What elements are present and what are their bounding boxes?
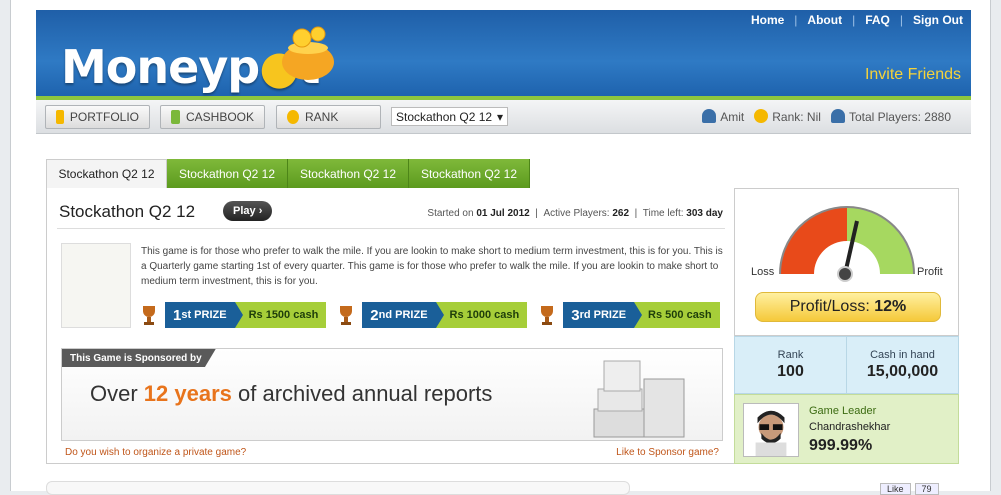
stats-panel: Loss Profit Profit/Loss: 12% Rank 100 Cas… [734,188,959,464]
rank-medal-icon [754,109,769,123]
gauge-profit-zone [847,207,914,274]
game-tabs: Stockathon Q2 12 Stockathon Q2 12 Stocka… [46,159,530,188]
tab-game-3[interactable]: Stockathon Q2 12 [288,159,409,188]
divider [57,228,725,229]
prize-1: 1st PRIZE Rs 1500 cash [137,302,327,328]
nav-bar: PORTFOLIO CASHBOOK RANK Stockathon Q2 12… [36,100,971,134]
profit-loss-gauge: Loss Profit Profit/Loss: 12% [734,188,959,336]
sponsor-banner[interactable]: This Game is Sponsored by Over 12 years … [61,348,723,441]
dropdown-arrow-icon: ▾ [496,109,503,124]
prize-list: 1st PRIZE Rs 1500 cash 2nd PRIZE Rs 1000… [137,302,720,328]
rank-stat: Rank 100 [735,337,847,393]
cash-icon [171,110,180,124]
total-players: Total Players: 2880 [830,109,951,124]
game-leader: Game Leader Chandrashekhar 999.99% [734,394,959,464]
home-link[interactable]: Home [751,13,784,27]
players-icon [830,109,845,123]
private-game-link[interactable]: Do you wish to organize a private game? [65,447,246,458]
tab-game-4[interactable]: Stockathon Q2 12 [409,159,530,188]
game-description: This game is for those who prefer to wal… [141,246,723,287]
game-select[interactable]: Stockathon Q2 12 ▾ [391,107,508,126]
top-links: Home | About | FAQ | Sign Out [750,13,963,27]
game-meta: Started on 01 Jul 2012 | Active Players:… [427,208,723,219]
site-header: Home| About| FAQ| Sign Out Moneyp●t Invi… [36,10,971,100]
sponsor-game-link[interactable]: Like to Sponsor game? [616,447,719,458]
game-title: Stockathon Q2 12 [59,202,196,221]
gauge-loss-zone [780,207,847,274]
tab-game-2[interactable]: Stockathon Q2 12 [167,159,288,188]
facebook-like-widget[interactable]: Like 79 [880,483,939,495]
prize-3: 3rd PRIZE Rs 500 cash [535,302,720,328]
user-name: Amit [702,109,744,124]
gauge-loss-label: Loss [751,266,775,278]
trophy-icon [143,306,155,325]
sign-out-link[interactable]: Sign Out [913,13,963,27]
medal-icon [287,110,299,124]
user-icon [702,109,717,123]
user-rank: Rank: Nil [754,109,821,124]
play-arrow-icon: › [258,205,263,217]
about-link[interactable]: About [807,13,842,27]
faq-link[interactable]: FAQ [865,13,890,27]
user-bar: Amit Rank: Nil Total Players: 2880 [702,109,951,124]
portfolio-icon [56,110,64,124]
avatar [743,403,799,457]
invite-friends-link[interactable]: Invite Friends [865,66,961,84]
trophy-icon [340,306,353,325]
sponsor-tag: This Game is Sponsored by [62,349,216,367]
play-button[interactable]: Play › [223,201,273,221]
profit-loss-value: Profit/Loss: 12% [755,292,941,322]
sponsor-headline: Over 12 years of archived annual reports [90,381,493,406]
bottom-bar [46,481,630,495]
rank-button[interactable]: RANK [276,105,381,129]
tab-game-1[interactable]: Stockathon Q2 12 [46,159,167,188]
trophy-icon [541,306,554,325]
portfolio-button[interactable]: PORTFOLIO [45,105,150,129]
gauge-dial: Loss Profit [751,206,943,282]
prize-2: 2nd PRIZE Rs 1000 cash [334,302,528,328]
money-pot-icon [282,26,334,80]
cash-stat: Cash in hand 15,00,000 [866,349,939,380]
cashbook-button[interactable]: CASHBOOK [160,105,265,129]
paper-stack-icon [593,360,685,438]
game-panel: Stockathon Q2 12 Play › Started on 01 Ju… [46,188,736,464]
rank-cash-box: Rank 100 Cash in hand 15,00,000 [734,336,959,394]
game-image [61,243,131,328]
gauge-profit-label: Profit [917,266,943,278]
